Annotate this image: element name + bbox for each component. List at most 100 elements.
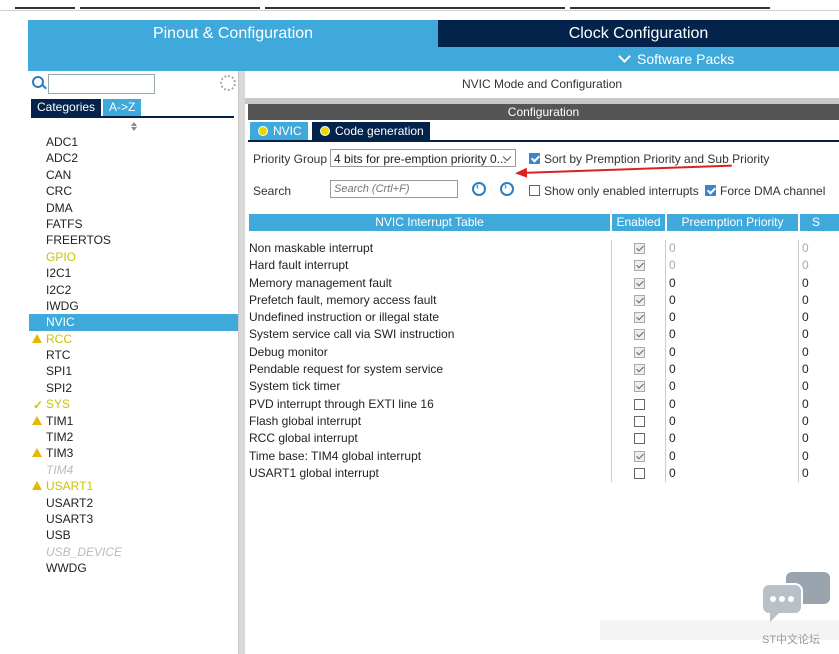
chat-bubble-icon (761, 572, 830, 622)
table-row[interactable]: System service call via SWI instruction 0… (249, 326, 839, 344)
enabled-checkbox[interactable] (634, 467, 645, 479)
preemption-priority-value[interactable]: 0 (669, 292, 676, 309)
sub-priority-value[interactable]: 0 (802, 378, 809, 395)
panel-splitter[interactable] (239, 71, 245, 654)
sub-priority-value[interactable]: 0 (802, 361, 809, 378)
sub-priority-value[interactable]: 0 (802, 396, 809, 413)
table-row[interactable]: Flash global interrupt 0 0 (249, 412, 839, 431)
preemption-priority-value[interactable]: 0 (669, 378, 676, 395)
category-item[interactable]: ADC2 (29, 150, 238, 166)
category-item[interactable]: I2C1 (29, 265, 238, 281)
category-item[interactable]: NVIC (29, 314, 238, 331)
sort-priority-checkbox[interactable] (529, 153, 540, 164)
software-packs-menu[interactable]: Software Packs (618, 47, 734, 71)
category-item[interactable]: RCC (29, 331, 238, 347)
category-item[interactable]: TIM1 (29, 413, 238, 429)
table-row[interactable]: USART1 global interrupt 0 0 (249, 464, 839, 483)
table-row[interactable]: PVD interrupt through EXTI line 16 0 0 (249, 395, 839, 413)
sub-priority-value[interactable]: 0 (802, 309, 809, 326)
category-item[interactable]: USB_DEVICE (29, 544, 238, 560)
table-row[interactable]: Pendable request for system service 0 0 (249, 361, 839, 379)
table-row[interactable]: Prefetch fault, memory access fault 0 0 (249, 291, 839, 310)
subtab-code-generation[interactable]: Code generation (312, 122, 430, 140)
preemption-priority-value[interactable]: 0 (669, 275, 676, 292)
sub-priority-value[interactable]: 0 (802, 448, 809, 465)
preemption-priority-value[interactable]: 0 (669, 326, 676, 343)
enabled-checkbox[interactable] (634, 415, 645, 427)
sub-priority-value[interactable]: 0 (802, 292, 809, 309)
category-item[interactable]: RTC (29, 347, 238, 363)
sub-priority-value[interactable]: 0 (802, 430, 809, 447)
column-header-enabled[interactable]: Enabled (612, 214, 665, 231)
preemption-priority-value[interactable]: 0 (669, 240, 676, 257)
tab-clock-configuration[interactable]: Clock Configuration (438, 20, 839, 47)
enabled-checkbox[interactable] (634, 433, 645, 445)
table-row[interactable]: Memory management fault 0 0 (249, 274, 839, 292)
sub-priority-value[interactable]: 0 (802, 275, 809, 292)
sub-priority-value[interactable]: 0 (802, 326, 809, 343)
column-header-sub-priority[interactable]: S (800, 214, 839, 231)
column-divider (798, 240, 799, 258)
preemption-priority-value[interactable]: 0 (669, 448, 676, 465)
category-item[interactable]: TIM4 (29, 462, 238, 478)
preemption-priority-value[interactable]: 0 (669, 413, 676, 430)
priority-group-select[interactable]: 4 bits for pre-emption priority 0... (330, 149, 516, 167)
category-item[interactable]: ADC1 (29, 134, 238, 150)
category-item[interactable]: USART2 (29, 495, 238, 511)
enabled-checkbox[interactable] (634, 398, 645, 410)
category-item[interactable]: WWDG (29, 560, 238, 576)
sub-priority-value[interactable]: 0 (802, 465, 809, 482)
sub-priority-value[interactable]: 0 (802, 240, 809, 257)
tab-a-z[interactable]: A->Z (103, 99, 142, 116)
column-header-preemption[interactable]: Preemption Priority (667, 214, 798, 231)
column-header-interrupt[interactable]: NVIC Interrupt Table (249, 214, 610, 231)
table-row[interactable]: Debug monitor 0 0 (249, 343, 839, 362)
table-row[interactable]: Non maskable interrupt 0 0 (249, 240, 839, 258)
category-item[interactable]: SPI1 (29, 363, 238, 379)
category-item[interactable]: IWDG (29, 298, 238, 314)
category-item[interactable]: USB (29, 527, 238, 543)
sort-up-icon[interactable] (131, 122, 137, 126)
table-row[interactable]: Hard fault interrupt 0 0 (249, 257, 839, 275)
preemption-priority-value[interactable]: 0 (669, 396, 676, 413)
category-item[interactable]: FATFS (29, 216, 238, 232)
table-row[interactable]: Time base: TIM4 global interrupt 0 0 (249, 447, 839, 465)
nvic-search-input[interactable] (330, 180, 458, 198)
sub-priority-value[interactable]: 0 (802, 344, 809, 361)
category-item[interactable]: USART1 (29, 478, 238, 494)
category-item[interactable]: DMA (29, 200, 238, 216)
subtab-nvic[interactable]: NVIC (250, 122, 308, 140)
category-item[interactable]: CAN (29, 167, 238, 183)
search-prev-icon[interactable]: ‹ (472, 181, 486, 196)
gear-icon[interactable] (220, 75, 236, 91)
table-row[interactable]: RCC global interrupt 0 0 (249, 430, 839, 448)
sub-priority-value[interactable]: 0 (802, 413, 809, 430)
force-dma-checkbox[interactable] (705, 185, 716, 196)
category-item[interactable]: I2C2 (29, 282, 238, 298)
preemption-priority-value[interactable]: 0 (669, 430, 676, 447)
tab-pinout-configuration[interactable]: Pinout & Configuration (28, 20, 438, 47)
tab-categories[interactable]: Categories (31, 99, 102, 116)
table-row[interactable]: Undefined instruction or illegal state 0 0 (249, 309, 839, 327)
table-row[interactable]: System tick timer 0 0 (249, 378, 839, 396)
category-search-input[interactable] (48, 74, 155, 94)
category-item[interactable]: USART3 (29, 511, 238, 527)
sub-priority-value[interactable]: 0 (802, 257, 809, 274)
category-item[interactable]: SPI2 (29, 380, 238, 396)
preemption-priority-value[interactable]: 0 (669, 344, 676, 361)
category-item[interactable]: GPIO (29, 249, 238, 265)
interrupt-name: RCC global interrupt (249, 431, 358, 446)
category-item[interactable]: ✓ SYS (29, 396, 238, 412)
column-divider (665, 309, 666, 327)
category-item[interactable]: FREERTOS (29, 232, 238, 248)
category-item[interactable]: TIM3 (29, 445, 238, 461)
sort-down-icon[interactable] (131, 127, 137, 131)
preemption-priority-value[interactable]: 0 (669, 361, 676, 378)
preemption-priority-value[interactable]: 0 (669, 257, 676, 274)
category-item[interactable]: TIM2 (29, 429, 238, 445)
preemption-priority-value[interactable]: 0 (669, 309, 676, 326)
preemption-priority-value[interactable]: 0 (669, 465, 676, 482)
search-next-icon[interactable]: › (500, 181, 514, 196)
show-enabled-checkbox[interactable] (529, 185, 540, 196)
category-item[interactable]: CRC (29, 183, 238, 199)
